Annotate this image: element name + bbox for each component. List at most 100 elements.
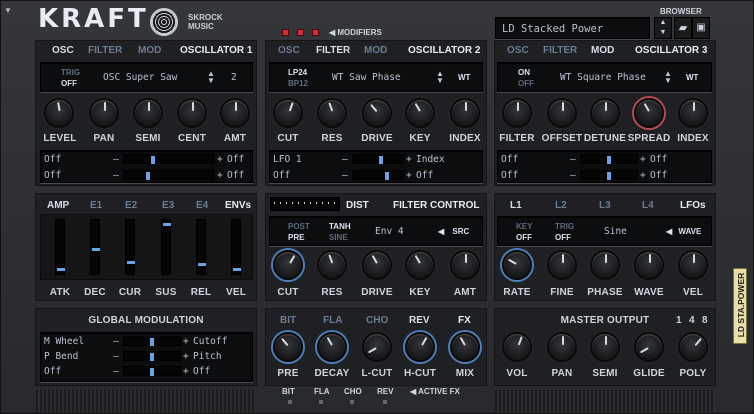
osc3-mod2-slider[interactable] — [580, 170, 638, 180]
filter-post[interactable]: POST — [288, 222, 310, 231]
lfo-tab-l2[interactable]: L2 — [555, 200, 567, 211]
lfo-wave-selector[interactable]: ◀ WAVE — [666, 227, 701, 236]
active-fx-fla-led[interactable] — [319, 400, 323, 404]
master-pan-knob[interactable] — [547, 332, 577, 362]
master-poly-knob[interactable] — [678, 332, 708, 362]
gmod3-slider[interactable] — [123, 366, 181, 376]
osc3-on-label[interactable]: ON — [518, 68, 530, 77]
gmod2-slider[interactable] — [123, 351, 181, 361]
osc3-tab-mod[interactable]: MOD — [591, 45, 614, 56]
osc2-tab-osc[interactable]: OSC — [278, 45, 300, 56]
gmod3-dst[interactable]: Off — [193, 366, 210, 377]
lfo-tab-l1[interactable]: L1 — [510, 200, 522, 211]
gmod2-src[interactable]: P Bend — [44, 351, 78, 362]
osc3-mod2-dst[interactable]: Off — [650, 170, 667, 181]
poly-opt-1[interactable]: 1 — [676, 315, 682, 326]
osc1-wave[interactable]: OSC Super Saw — [103, 72, 177, 83]
side-tag[interactable]: LD STA.POWER — [733, 268, 747, 344]
osc1-amt-knob[interactable] — [220, 98, 250, 128]
osc2-filter-a[interactable]: LP24 — [288, 68, 307, 77]
env-slider-thumb[interactable] — [233, 268, 241, 271]
env-slider-thumb[interactable] — [92, 248, 100, 251]
osc3-detune-knob[interactable] — [590, 98, 620, 128]
fx-decay-knob[interactable] — [317, 332, 347, 362]
preset-up-down-button[interactable]: ▲ ▼ — [654, 17, 672, 39]
osc3-spread-knob[interactable] — [634, 98, 664, 128]
filter-res-knob[interactable] — [317, 250, 347, 280]
filter-sine[interactable]: SINE — [329, 233, 348, 242]
folder-icon[interactable]: ▰ — [674, 17, 692, 39]
osc1-wave-arrows[interactable]: ▲ ▼ — [207, 70, 215, 85]
osc1-pan-knob[interactable] — [89, 98, 119, 128]
env-slider-cur[interactable] — [125, 219, 135, 275]
osc2-wave[interactable]: WT Saw Phase — [332, 72, 401, 83]
osc1-mod2-dst[interactable]: Off — [227, 170, 244, 181]
modifier-led-3[interactable] — [312, 29, 319, 36]
fx-hcut-knob[interactable] — [405, 332, 435, 362]
gmod1-dst[interactable]: Cutoff — [193, 336, 227, 347]
save-icon[interactable]: ▣ — [692, 17, 710, 39]
fx-tab-cho[interactable]: CHO — [366, 315, 388, 326]
master-glide-knob[interactable] — [634, 332, 664, 362]
fx-tab-rev[interactable]: REV — [409, 315, 430, 326]
master-vol-knob[interactable] — [502, 332, 532, 362]
gmod1-slider[interactable] — [123, 336, 181, 346]
env-slider-thumb[interactable] — [163, 223, 171, 226]
lfo-rate-knob[interactable] — [502, 250, 532, 280]
env-slider-atk[interactable] — [55, 219, 65, 275]
filter-pre[interactable]: PRE — [288, 233, 304, 242]
osc1-mod2-slider[interactable] — [123, 170, 215, 180]
osc2-drive-knob[interactable] — [362, 98, 392, 128]
env-slider-thumb[interactable] — [127, 261, 135, 264]
lfo-vel-knob[interactable] — [678, 250, 708, 280]
lfo-key-value[interactable]: OFF — [516, 233, 532, 242]
osc2-index-knob[interactable] — [450, 98, 480, 128]
menu-arrow-icon[interactable]: ▼ — [4, 6, 18, 16]
lfo-tab-l4[interactable]: L4 — [642, 200, 654, 211]
osc2-tab-filter[interactable]: FILTER — [316, 45, 350, 56]
preset-display[interactable]: LD Stacked Power — [495, 17, 650, 39]
osc3-mod1-src[interactable]: Off — [501, 154, 518, 165]
osc1-trig-value[interactable]: OFF — [61, 79, 77, 88]
modifier-led-2[interactable] — [297, 29, 304, 36]
env-tab-amp[interactable]: AMP — [47, 200, 69, 211]
osc3-wave[interactable]: WT Square Phase — [560, 72, 646, 83]
filter-drive-knob[interactable] — [362, 250, 392, 280]
osc3-mod1-slider[interactable] — [580, 154, 638, 164]
active-fx-rev-led[interactable] — [383, 400, 387, 404]
fx-tab-bit[interactable]: BIT — [280, 315, 296, 326]
lfo-wave[interactable]: Sine — [604, 226, 627, 237]
env-slider-thumb[interactable] — [57, 268, 65, 271]
osc1-tab-osc[interactable]: OSC — [52, 45, 74, 56]
env-tab-e1[interactable]: E1 — [90, 200, 102, 211]
osc3-mod2-src[interactable]: Off — [501, 170, 518, 181]
filter-key-knob[interactable] — [405, 250, 435, 280]
poly-opt-4[interactable]: 4 — [689, 315, 695, 326]
osc2-mod2-dst[interactable]: Off — [416, 170, 433, 181]
lfo-fine-knob[interactable] — [547, 250, 577, 280]
osc2-mod2-src[interactable]: Off — [273, 170, 290, 181]
osc2-mod1-src[interactable]: LFO 1 — [273, 154, 302, 165]
osc3-tab-filter[interactable]: FILTER — [543, 45, 577, 56]
osc3-index-knob[interactable] — [678, 98, 708, 128]
env-slider-dec[interactable] — [90, 219, 100, 275]
env-slider-vel[interactable] — [231, 219, 241, 275]
dist-meter[interactable] — [270, 197, 340, 211]
env-slider-thumb[interactable] — [198, 263, 206, 266]
osc1-semi-knob[interactable] — [133, 98, 163, 128]
osc2-mod2-slider[interactable] — [352, 170, 404, 180]
osc1-tab-filter[interactable]: FILTER — [88, 45, 122, 56]
osc1-mod2-src[interactable]: Off — [44, 170, 61, 181]
osc2-mod1-dst[interactable]: Index — [416, 154, 445, 165]
osc3-off-label[interactable]: OFF — [518, 79, 534, 88]
osc1-mod1-slider[interactable] — [123, 154, 215, 164]
active-fx-bit-led[interactable] — [288, 400, 292, 404]
fx-pre-knob[interactable] — [273, 332, 303, 362]
osc1-mod1-src[interactable]: Off — [44, 154, 61, 165]
filter-src[interactable]: ◀ SRC — [438, 227, 469, 236]
filter-env[interactable]: Env 4 — [375, 226, 404, 237]
osc3-filter-knob[interactable] — [502, 98, 532, 128]
lfo-wave-knob[interactable] — [634, 250, 664, 280]
lfo-tab-l3[interactable]: L3 — [599, 200, 611, 211]
modifier-led-1[interactable] — [282, 29, 289, 36]
